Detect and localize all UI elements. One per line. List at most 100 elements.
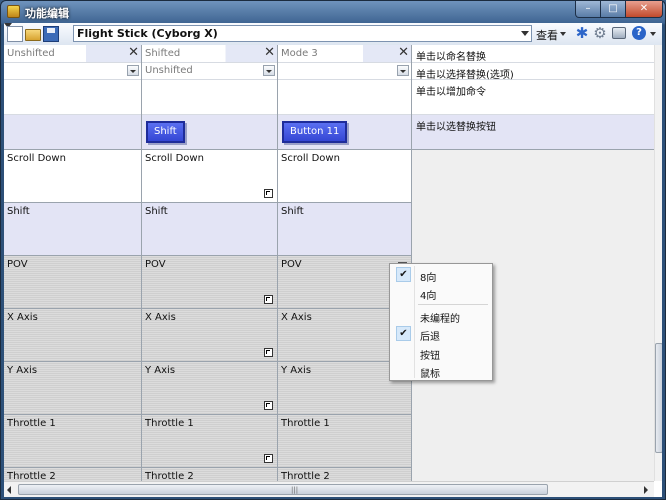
close-column-icon[interactable]: ✕ — [264, 46, 275, 60]
select-button-hint: 单击以选替换按钮 — [416, 122, 496, 133]
app-icon — [7, 5, 20, 18]
select-button-hint-row[interactable]: 单击以选替换按钮 — [412, 115, 654, 150]
shift-button[interactable]: Shift — [146, 121, 185, 143]
chevron-down-icon[interactable] — [397, 65, 409, 76]
column-unshifted: Unshifted ✕ Scroll Down Shift POV X Axis… — [4, 45, 142, 497]
cell-row-1[interactable]: Scroll Down — [278, 150, 411, 203]
cell-row-2[interactable]: Shift — [278, 203, 411, 256]
menu-item-label: 8向 — [420, 273, 437, 284]
cell-label: X Axis — [281, 312, 312, 323]
profile-selector[interactable]: Flight Stick (Cyborg X) — [73, 25, 532, 42]
select-hint-row[interactable]: 单击以选择替换(选项) — [412, 63, 654, 81]
cell-row-3[interactable]: POV — [142, 256, 277, 309]
cell-row-4[interactable]: X Axis — [142, 309, 277, 362]
column-header-label: Unshifted — [7, 48, 55, 59]
menu-item-8-way[interactable]: ✔ 8向 — [392, 266, 490, 284]
close-column-icon[interactable]: ✕ — [128, 46, 139, 60]
cell-row-6[interactable]: Throttle 1 — [278, 415, 411, 468]
cell-label: Y Axis — [145, 365, 176, 376]
edit-icon[interactable] — [264, 348, 273, 357]
cell-label: X Axis — [7, 312, 38, 323]
cell-row-4[interactable]: X Axis — [4, 309, 141, 362]
open-folder-icon[interactable] — [25, 29, 41, 41]
cell-label: Y Axis — [7, 365, 38, 376]
cell-label: POV — [7, 259, 28, 270]
close-button[interactable]: ✕ — [625, 1, 663, 18]
command-row[interactable] — [142, 80, 277, 115]
check-icon: ✔ — [396, 326, 411, 341]
menu-item-mouse[interactable]: 鼠标 — [392, 362, 490, 380]
minimize-button[interactable]: – — [575, 1, 601, 18]
chevron-down-icon[interactable] — [127, 65, 139, 76]
mode-button[interactable]: Button 11 — [282, 121, 348, 143]
print-icon[interactable] — [612, 27, 626, 39]
corner-edit-icon[interactable] — [263, 65, 275, 76]
new-file-icon[interactable] — [7, 26, 23, 42]
menu-item-4-way[interactable]: 4向 — [392, 284, 490, 302]
menu-item-fallback[interactable]: ✔ 后退 — [392, 325, 490, 343]
column-shifted: Shifted ✕ Unshifted Shift Scroll Down Sh… — [142, 45, 278, 497]
edit-icon[interactable] — [264, 189, 273, 198]
menu-item-button[interactable]: 按钮 — [392, 344, 490, 362]
close-column-icon[interactable]: ✕ — [398, 46, 409, 60]
cell-label: Y Axis — [281, 365, 312, 376]
scroll-right-icon[interactable] — [644, 486, 648, 494]
toolbar: Flight Stick (Cyborg X) 查看 ✱ ⚙ ? — [4, 23, 662, 46]
cell-label: Throttle 1 — [7, 418, 56, 429]
cell-row-2[interactable]: Shift — [142, 203, 277, 256]
edit-icon[interactable] — [264, 454, 273, 463]
cell-label: Throttle 1 — [281, 418, 330, 429]
cell-row-6[interactable]: Throttle 1 — [4, 415, 141, 468]
cell-row-1[interactable]: Scroll Down — [142, 150, 277, 203]
cell-label: Throttle 1 — [145, 418, 194, 429]
menu-item-label: 未编程的 — [420, 314, 460, 325]
asterisk-icon[interactable]: ✱ — [574, 25, 590, 41]
check-icon: ✔ — [396, 267, 411, 282]
cell-label: Shift — [281, 206, 304, 217]
shift-source-select[interactable] — [278, 63, 411, 80]
cell-label: Scroll Down — [7, 153, 66, 164]
cell-row-2[interactable]: Shift — [4, 203, 141, 256]
shift-source-select[interactable]: Unshifted — [142, 63, 277, 80]
application-window: 功能编辑 – □ ✕ Flight Stick (Cyborg X) 查看 ✱ … — [0, 0, 666, 500]
column-header[interactable]: Mode 3 ✕ — [278, 45, 411, 63]
menu-item-unprogrammed[interactable]: 未编程的 — [392, 307, 490, 325]
shift-button-row[interactable] — [4, 115, 141, 150]
vertical-scrollbar[interactable] — [654, 45, 662, 481]
rename-hint-row[interactable]: 单击以命名替换 — [412, 45, 654, 63]
horizontal-scroll-thumb[interactable]: ||| — [18, 484, 548, 495]
menu-item-label: 后退 — [420, 332, 440, 343]
cell-row-5[interactable]: Y Axis — [4, 362, 141, 415]
cell-row-5[interactable]: Y Axis — [142, 362, 277, 415]
select-hint: 单击以选择替换(选项) — [416, 70, 514, 81]
cell-row-1[interactable]: Scroll Down — [4, 150, 141, 203]
add-command-hint: 单击以增加命令 — [416, 87, 486, 98]
save-icon[interactable] — [43, 26, 59, 42]
edit-icon[interactable] — [264, 295, 273, 304]
column-header[interactable]: Shifted ✕ — [142, 45, 277, 63]
horizontal-scrollbar[interactable]: ||| — [4, 481, 654, 497]
maximize-button[interactable]: □ — [600, 1, 626, 18]
view-dropdown-icon[interactable] — [560, 32, 566, 36]
help-icon[interactable]: ? — [632, 26, 646, 40]
command-row[interactable] — [4, 80, 141, 115]
cell-label: POV — [145, 259, 166, 270]
column-header[interactable]: Unshifted ✕ — [4, 45, 141, 63]
title-bar[interactable]: 功能编辑 – □ ✕ — [1, 1, 665, 23]
chevron-down-icon[interactable] — [521, 31, 529, 36]
cell-row-3[interactable]: POV — [4, 256, 141, 309]
scroll-grip: ||| — [291, 486, 299, 494]
help-dropdown-icon[interactable] — [650, 32, 656, 36]
pov-context-menu: ✔ 8向 4向 未编程的 ✔ 后退 按钮 鼠标 — [389, 263, 493, 381]
cell-row-6[interactable]: Throttle 1 — [142, 415, 277, 468]
client-area: Flight Stick (Cyborg X) 查看 ✱ ⚙ ? Unshift… — [4, 23, 662, 497]
scroll-left-icon[interactable] — [7, 486, 11, 494]
add-command-hint-row[interactable]: 单击以增加命令 — [412, 80, 654, 115]
gear-icon[interactable]: ⚙ — [592, 25, 608, 41]
vertical-scroll-thumb[interactable] — [655, 343, 662, 453]
cell-label: Scroll Down — [145, 153, 204, 164]
shift-source-select[interactable] — [4, 63, 141, 80]
edit-icon[interactable] — [264, 401, 273, 410]
view-menu[interactable]: 查看 — [536, 27, 558, 43]
command-row[interactable] — [278, 80, 411, 115]
